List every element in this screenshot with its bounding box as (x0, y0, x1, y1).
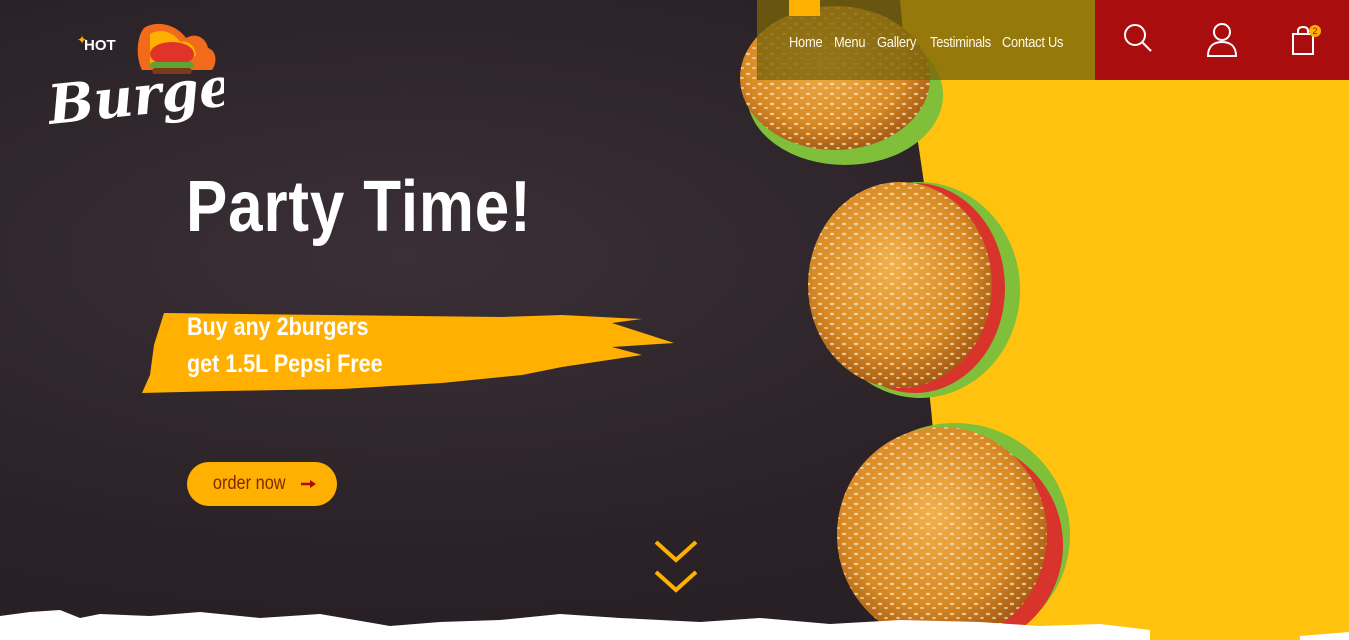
cart-count-badge: 2 (1309, 25, 1321, 37)
scroll-down-chevrons-icon[interactable] (654, 540, 698, 598)
nav-item-contact[interactable]: Contact Us (1002, 34, 1063, 51)
torn-paper-edge (0, 610, 1349, 640)
hero-headline: Party Time! (186, 167, 532, 247)
user-icon[interactable] (1206, 22, 1238, 58)
burgers-image (740, 6, 1070, 640)
main-nav: Home Menu Gallery Testiminals Contact Us (789, 34, 1074, 51)
nav-item-menu[interactable]: Menu (834, 34, 866, 51)
arrow-right-icon (301, 480, 317, 488)
search-icon[interactable] (1122, 22, 1154, 54)
order-now-button[interactable]: order now (187, 462, 337, 506)
nav-item-home[interactable]: Home (789, 34, 823, 51)
nav-item-testimonials[interactable]: Testiminals (930, 34, 991, 51)
hero-section: HOT ✦ Burgers Home Menu Gallery Testimin… (0, 0, 1349, 640)
promo-line-2: get 1.5L Pepsi Free (187, 350, 383, 378)
svg-text:HOT: HOT (84, 37, 116, 54)
promo-line-1: Buy any 2burgers (187, 313, 369, 341)
order-now-label: order now (212, 473, 286, 494)
nav-item-gallery[interactable]: Gallery (877, 34, 916, 51)
hot-burgers-logo[interactable]: HOT ✦ Burgers (46, 18, 224, 142)
svg-text:Burgers: Burgers (46, 48, 224, 137)
nav-active-indicator (789, 0, 820, 16)
svg-text:✦: ✦ (77, 33, 87, 47)
